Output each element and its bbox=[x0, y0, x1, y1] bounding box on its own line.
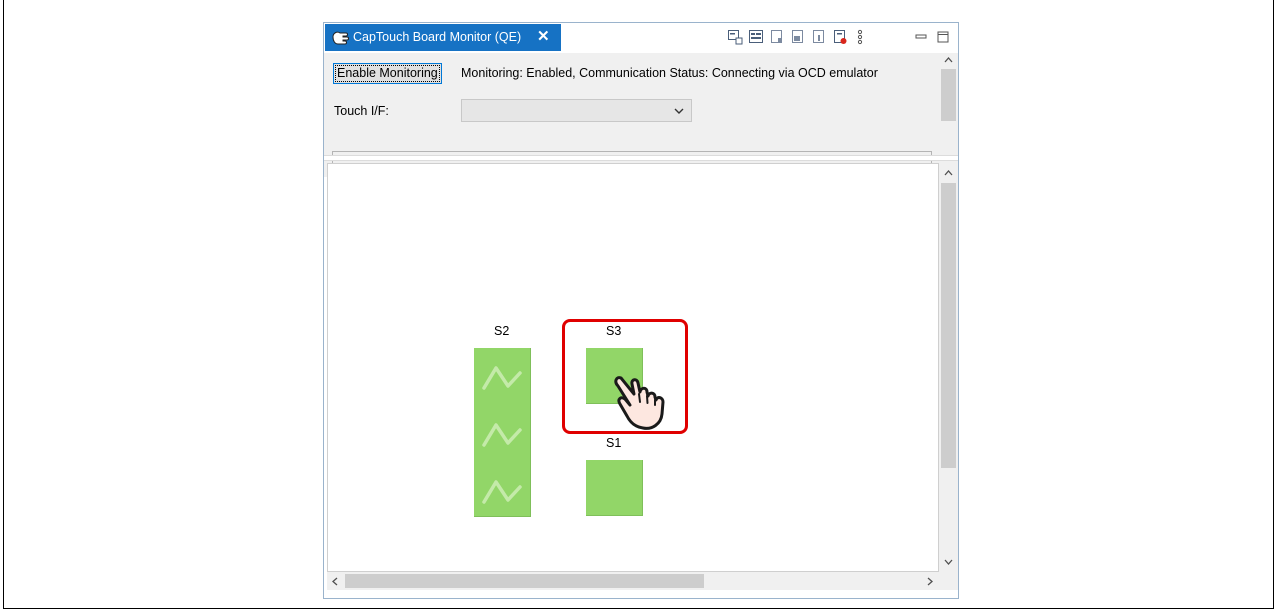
scroll-up-icon[interactable] bbox=[944, 56, 953, 64]
view-tab-bar: CapTouch Board Monitor (QE) ✕ bbox=[324, 23, 958, 53]
monitor-select-icon[interactable] bbox=[727, 29, 743, 45]
monitor-view-icon[interactable] bbox=[748, 29, 764, 45]
monitor-c-icon[interactable] bbox=[811, 29, 827, 45]
pane-divider[interactable] bbox=[324, 155, 958, 161]
sensor-label-s2: S2 bbox=[494, 324, 510, 338]
touch-if-label: Touch I/F: bbox=[334, 104, 389, 118]
canvas-vertical-scrollbar[interactable] bbox=[939, 163, 958, 572]
canvas-horizontal-scrollbar[interactable] bbox=[327, 572, 939, 590]
scroll-right-icon[interactable] bbox=[926, 577, 934, 586]
scroll-left-icon[interactable] bbox=[331, 577, 339, 586]
tab-captouch-board-monitor[interactable]: CapTouch Board Monitor (QE) ✕ bbox=[325, 24, 561, 51]
sensor-s2-slider[interactable] bbox=[474, 348, 531, 517]
scroll-up-icon[interactable] bbox=[944, 169, 953, 177]
sensor-label-s1: S1 bbox=[606, 436, 622, 450]
tab-title: CapTouch Board Monitor (QE) bbox=[353, 30, 522, 44]
monitor-b-icon[interactable] bbox=[790, 29, 806, 45]
touch-if-select[interactable] bbox=[461, 99, 692, 122]
scrollbar-thumb[interactable] bbox=[941, 69, 956, 121]
scrollbar-thumb[interactable] bbox=[941, 183, 956, 468]
maximize-icon[interactable] bbox=[935, 29, 951, 45]
more-vertical-icon[interactable] bbox=[852, 29, 868, 45]
slider-wave-icon bbox=[482, 366, 522, 504]
scrollbar-corner bbox=[939, 572, 958, 590]
sensor-s1-button[interactable] bbox=[586, 460, 643, 516]
enable-monitoring-button[interactable]: Enable Monitoring bbox=[333, 63, 442, 84]
scroll-down-icon[interactable] bbox=[944, 558, 953, 566]
minimize-icon[interactable] bbox=[913, 29, 929, 45]
touch-hand-icon bbox=[614, 376, 665, 430]
scrollbar-thumb[interactable] bbox=[345, 574, 704, 588]
captouch-hand-icon bbox=[332, 31, 349, 45]
captouch-board-monitor-view: CapTouch Board Monitor (QE) ✕ Enable Mon… bbox=[323, 22, 959, 599]
monitor-a-icon[interactable] bbox=[769, 29, 785, 45]
close-icon[interactable]: ✕ bbox=[537, 27, 550, 45]
chevron-down-icon bbox=[674, 108, 684, 114]
board-canvas: S2 S3 S1 bbox=[327, 163, 939, 572]
record-icon[interactable] bbox=[832, 29, 848, 45]
monitoring-status-text: Monitoring: Enabled, Communication Statu… bbox=[461, 66, 878, 80]
